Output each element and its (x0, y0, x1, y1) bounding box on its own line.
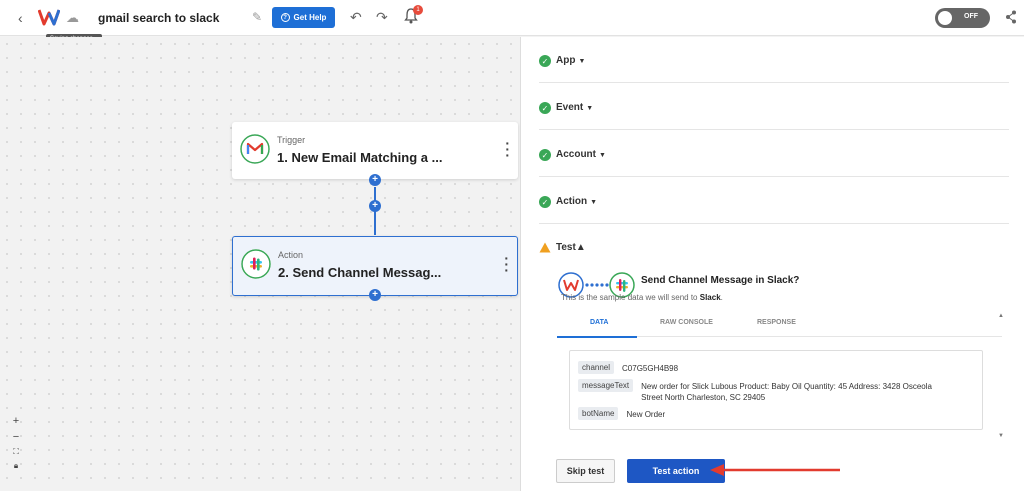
data-row-channel: channel C07G5GH4B98 (578, 361, 678, 374)
field-key: botName (578, 407, 619, 420)
workflow-canvas[interactable]: Trigger 1. New Email Matching a ... · · · … (0, 37, 520, 491)
chevron-down-icon: ▼ (590, 199, 598, 206)
action-kind-label: Action (278, 250, 304, 260)
field-key: channel (578, 361, 615, 374)
zoom-controls: + − ⛶ 🔒︎ (8, 415, 24, 471)
field-key: messageText (578, 379, 634, 392)
workflow-on-off-toggle[interactable]: OFF (935, 8, 990, 28)
step-config-panel: ✓ App ▼ ✓ Event ▼ ✓ Account ▼ ✓ Action ▼ Tes… (520, 37, 1024, 491)
field-value: New order for Slick Lubous Product: Baby… (641, 382, 932, 402)
help-question-icon: ? (280, 13, 290, 22)
trigger-kind-label: Trigger (277, 135, 306, 145)
section-event[interactable]: ✓ Event ▼ (539, 84, 1009, 130)
gmail-icon (240, 134, 270, 164)
check-icon: ✓ (539, 196, 551, 208)
insert-step-plus-icon[interactable]: + (369, 200, 381, 212)
chevron-up-icon: ▲ (575, 242, 586, 253)
toggle-label: OFF (964, 13, 978, 20)
data-row-message-text: messageText New order for Slick Lubous P… (578, 379, 941, 403)
top-bar: ‹ ☁ gmail search to slack ✎ ? Get Help ↶… (0, 0, 1024, 36)
tab-data[interactable]: DATA (590, 319, 608, 326)
action-more-icon[interactable]: · · · (504, 251, 509, 277)
warning-icon (539, 242, 551, 253)
toggle-knob (938, 11, 952, 25)
annotation-arrow-icon (710, 464, 840, 476)
sample-data-box: channel C07G5GH4B98 messageText New orde… (569, 350, 983, 430)
section-action[interactable]: ✓ Action ▼ (539, 178, 1009, 224)
scroll-down-icon[interactable]: ▼ (998, 433, 1004, 439)
slack-icon (241, 249, 271, 279)
zoom-in-icon[interactable]: + (13, 415, 19, 427)
trigger-more-icon[interactable]: · · · (505, 136, 510, 162)
data-row-bot-name: botName New Order (578, 407, 665, 420)
add-step-plus-icon[interactable]: + (369, 289, 381, 301)
lock-icon[interactable]: 🔒︎ (14, 461, 18, 471)
edit-pencil-icon[interactable]: ✎ (252, 10, 262, 24)
test-connection-subtitle: This is the sample data we will send to … (561, 293, 723, 302)
workflow-title[interactable]: gmail search to slack (98, 11, 219, 25)
section-account[interactable]: ✓ Account ▼ (539, 131, 1009, 177)
section-test-label: Test (556, 242, 576, 253)
action-name: 2. Send Channel Messag... (278, 265, 442, 280)
section-app-label: App (556, 55, 576, 66)
active-tab-indicator (557, 336, 637, 338)
test-tabs: DATA RAW CONSOLE RESPONSE (557, 313, 1002, 338)
section-event-label: Event (556, 102, 584, 113)
app-logo-icon[interactable] (38, 8, 60, 26)
subtitle-prefix: This is the sample data we will send to (561, 293, 698, 302)
skip-test-button[interactable]: Skip test (556, 459, 615, 483)
get-help-label: Get Help (293, 13, 327, 22)
check-icon: ✓ (539, 149, 551, 161)
trigger-name: 1. New Email Matching a ... (277, 150, 443, 165)
share-icon[interactable] (1005, 10, 1017, 24)
trigger-node[interactable]: Trigger 1. New Email Matching a ... · · · (232, 122, 518, 179)
zoom-out-icon[interactable]: − (13, 431, 19, 443)
redo-icon[interactable]: ↷ (376, 9, 388, 26)
undo-icon[interactable]: ↶ (350, 9, 362, 26)
fit-view-icon[interactable]: ⛶ (13, 447, 19, 457)
connector-top-plus-icon[interactable]: + (369, 174, 381, 186)
field-value: New Order (626, 410, 666, 419)
back-chevron-icon[interactable]: ‹ (18, 10, 23, 26)
chevron-down-icon: ▼ (578, 58, 586, 65)
chevron-down-icon: ▼ (586, 105, 594, 112)
section-action-label: Action (556, 196, 588, 207)
tab-raw-console[interactable]: RAW CONSOLE (660, 319, 713, 326)
action-node[interactable]: Action 2. Send Channel Messag... · · · (232, 236, 518, 296)
section-account-label: Account (556, 149, 596, 160)
cloud-sync-icon: ☁ (66, 10, 79, 25)
subtitle-target: Slack (699, 293, 721, 302)
check-icon: ✓ (539, 102, 551, 114)
scroll-up-icon[interactable]: ▲ (998, 313, 1004, 319)
check-icon: ✓ (539, 55, 551, 67)
notification-badge: 1 (413, 5, 423, 15)
get-help-button[interactable]: ? Get Help (272, 7, 335, 28)
section-app[interactable]: ✓ App ▼ (539, 37, 1009, 83)
field-value: C07G5GH4B98 (622, 364, 679, 373)
test-connection-title: Send Channel Message in Slack? (641, 275, 800, 286)
chevron-down-icon: ▼ (599, 152, 606, 159)
tab-response[interactable]: RESPONSE (757, 319, 796, 326)
